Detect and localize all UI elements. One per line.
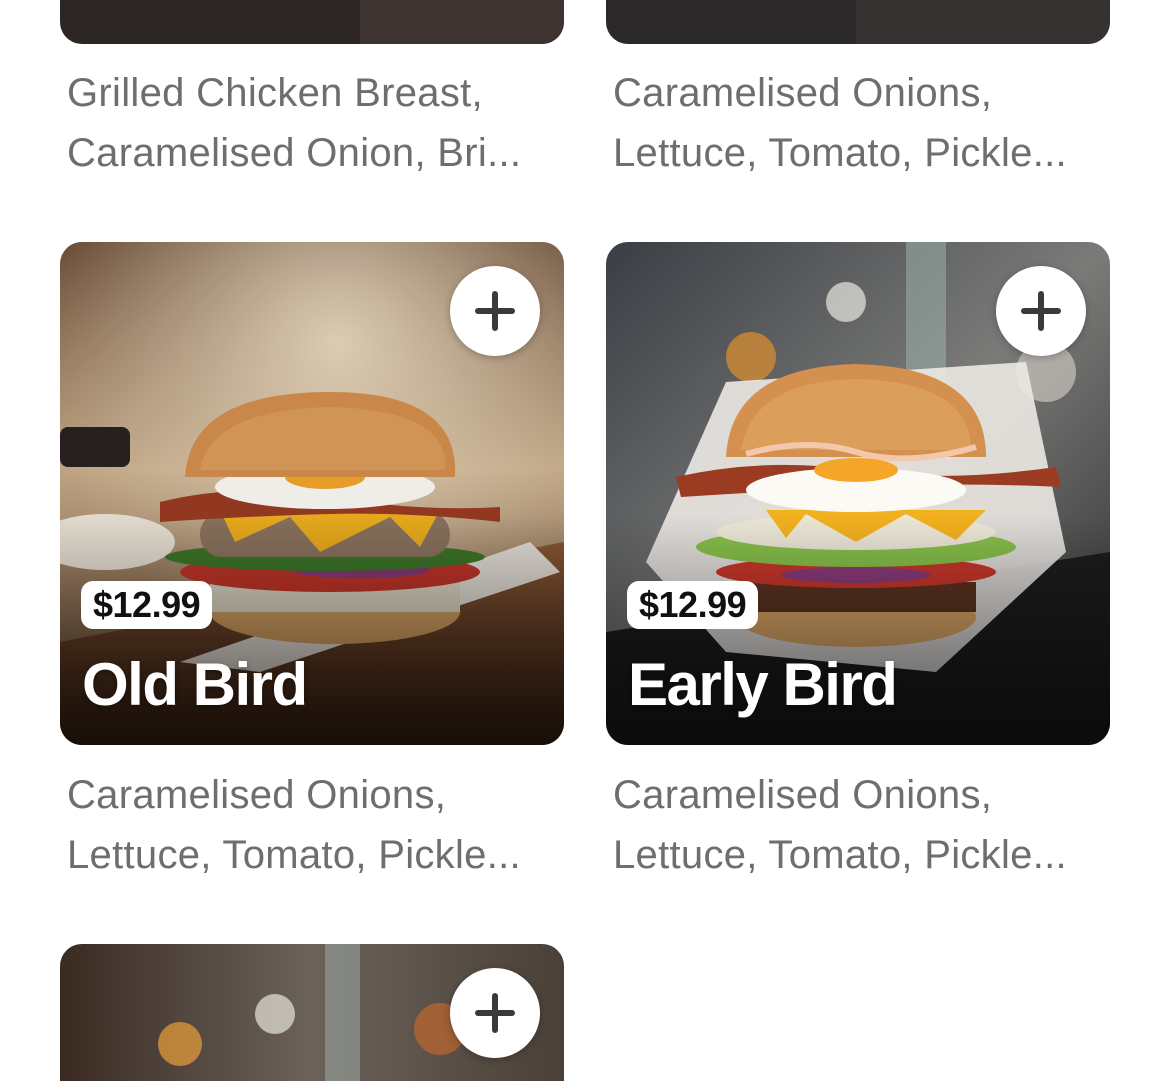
plus-icon [475, 291, 515, 331]
item-description: Grilled Chicken Breast, Caramelised Onio… [67, 71, 522, 175]
add-to-cart-button[interactable] [450, 266, 540, 356]
item-description: Caramelised Onions, Lettuce, Tomato, Pic… [67, 773, 521, 877]
price-badge: $12.99 [627, 581, 759, 629]
item-name: Early Bird [628, 651, 898, 718]
menu-card-old-bird[interactable]: $12.99 Old Bird [60, 242, 564, 745]
menu-card-early-bird[interactable]: $12.99 Early Bird [606, 242, 1110, 745]
add-to-cart-button[interactable] [996, 266, 1086, 356]
menu-card[interactable] [60, 944, 564, 1081]
menu-card-southern-bird[interactable] [606, 0, 1110, 44]
burger-photo [606, 0, 1110, 44]
item-description: Caramelised Onions, Lettuce, Tomato, Pic… [613, 773, 1067, 877]
price-badge: $12.99 [81, 581, 213, 629]
burger-photo [60, 0, 564, 44]
menu-card-pech-bird[interactable] [60, 0, 564, 44]
item-description: Caramelised Onions, Lettuce, Tomato, Pic… [613, 71, 1067, 175]
plus-icon [475, 993, 515, 1033]
add-to-cart-button[interactable] [450, 968, 540, 1058]
plus-icon [1021, 291, 1061, 331]
item-name: Old Bird [82, 651, 308, 718]
